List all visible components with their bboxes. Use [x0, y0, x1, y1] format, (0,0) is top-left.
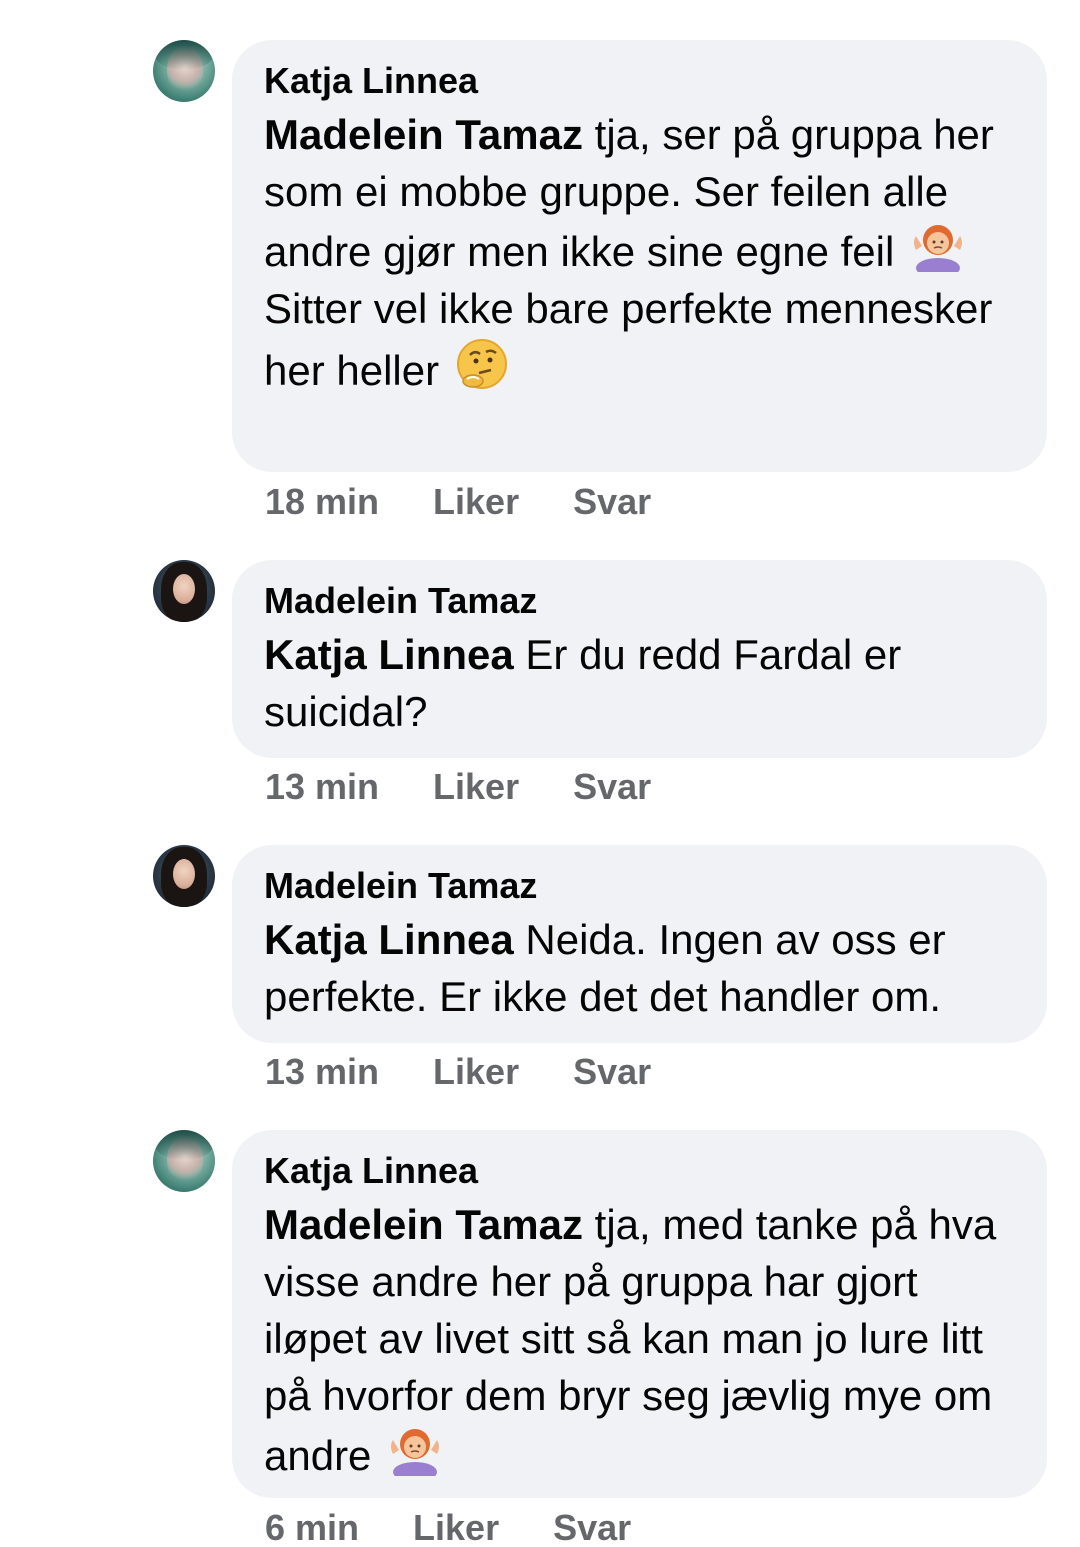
- comment-author[interactable]: Madelein Tamaz: [264, 580, 1017, 622]
- reply-button[interactable]: Svar: [573, 482, 651, 522]
- like-button[interactable]: Liker: [433, 767, 519, 807]
- comment-text: Madelein Tamaz tja, med tanke på hva vis…: [264, 1196, 1019, 1484]
- comment-text: Katja Linnea Er du redd Fardal er suicid…: [264, 626, 984, 740]
- person-shrugging-emoji: [391, 1429, 440, 1476]
- avatar[interactable]: [153, 1130, 215, 1192]
- comment-actions: 13 min Liker Svar: [265, 1052, 651, 1092]
- comment-text: Madelein Tamaz tja, ser på gruppa her so…: [264, 106, 1004, 399]
- avatar[interactable]: [153, 40, 215, 102]
- comment-bubble: Katja Linnea Madelein Tamaz tja, med tan…: [232, 1130, 1047, 1498]
- avatar[interactable]: [153, 845, 215, 907]
- reply-button[interactable]: Svar: [553, 1508, 631, 1547]
- like-button[interactable]: Liker: [413, 1508, 499, 1547]
- comment-bubble: Katja Linnea Madelein Tamaz tja, ser på …: [232, 40, 1047, 472]
- comment-author[interactable]: Madelein Tamaz: [264, 865, 1017, 907]
- avatar[interactable]: [153, 560, 215, 622]
- reply-button[interactable]: Svar: [573, 1052, 651, 1092]
- mention-link[interactable]: Madelein Tamaz: [264, 111, 583, 158]
- comment-bubble: Madelein Tamaz Katja Linnea Er du redd F…: [232, 560, 1047, 758]
- comment-text: Katja Linnea Neida. Ingen av oss er perf…: [264, 911, 1004, 1025]
- comment-actions: 13 min Liker Svar: [265, 767, 651, 807]
- like-button[interactable]: Liker: [433, 482, 519, 522]
- comment-thread: Katja Linnea Madelein Tamaz tja, ser på …: [0, 0, 1080, 1547]
- reply-button[interactable]: Svar: [573, 767, 651, 807]
- comment-timestamp[interactable]: 13 min: [265, 1052, 379, 1092]
- like-button[interactable]: Liker: [433, 1052, 519, 1092]
- comment-actions: 6 min Liker Svar: [265, 1508, 631, 1547]
- comment-timestamp[interactable]: 18 min: [265, 482, 379, 522]
- thinking-face-emoji: [456, 339, 507, 389]
- mention-link[interactable]: Katja Linnea: [264, 916, 514, 963]
- comment-text-part: Sitter vel ikke bare perfekte mennesker …: [264, 285, 1005, 394]
- comment-timestamp[interactable]: 13 min: [265, 767, 379, 807]
- mention-link[interactable]: Madelein Tamaz: [264, 1201, 583, 1248]
- comment-timestamp[interactable]: 6 min: [265, 1508, 359, 1547]
- comment-author[interactable]: Katja Linnea: [264, 1150, 1017, 1192]
- comment-bubble: Madelein Tamaz Katja Linnea Neida. Ingen…: [232, 845, 1047, 1043]
- comment-author[interactable]: Katja Linnea: [264, 60, 1017, 102]
- person-shrugging-emoji: [914, 225, 962, 272]
- mention-link[interactable]: Katja Linnea: [264, 631, 514, 678]
- comment-actions: 18 min Liker Svar: [265, 482, 651, 522]
